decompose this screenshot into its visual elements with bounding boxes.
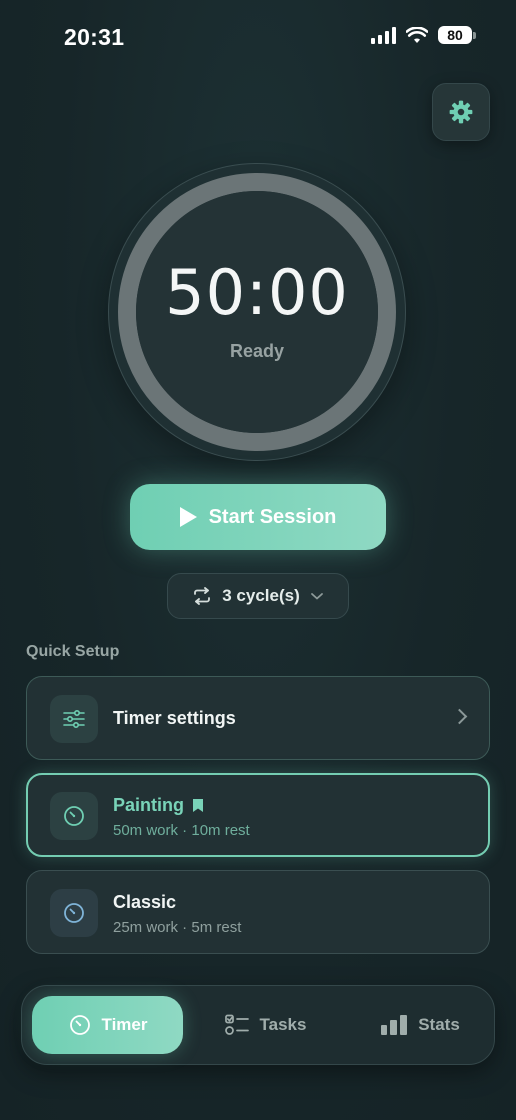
tab-stats-label: Stats <box>418 1015 460 1034</box>
sliders-icon <box>63 709 85 729</box>
chevron-right-icon <box>451 708 468 725</box>
cycles-selector[interactable]: 3 cycle(s) <box>167 573 349 619</box>
quick-setup-heading: Quick Setup <box>26 643 120 660</box>
preset-icon-box <box>50 889 98 937</box>
preset-painting[interactable]: Painting 50m work · 10m rest <box>26 773 490 857</box>
timer-icon <box>69 1015 90 1035</box>
repeat-icon <box>194 587 211 605</box>
timer-display: 50:00 <box>165 256 349 329</box>
preset-icon-box <box>50 792 98 840</box>
battery-level: 80 <box>438 26 472 44</box>
preset-name: Painting <box>113 795 184 815</box>
tab-tasks[interactable]: Tasks <box>210 996 320 1054</box>
status-icons: 80 <box>371 26 476 44</box>
stats-icon <box>381 1015 408 1035</box>
preset-name: Classic <box>113 892 177 912</box>
gear-icon <box>449 100 473 124</box>
preset-classic[interactable]: Classic 25m work · 5m rest <box>26 870 490 954</box>
preset-detail: 50m work · 10m rest <box>113 822 250 839</box>
tab-stats[interactable]: Stats <box>360 996 480 1054</box>
status-time: 20:31 <box>64 24 125 50</box>
start-session-button[interactable]: Start Session <box>130 484 386 550</box>
timer-icon <box>64 903 84 923</box>
app-screen: 20:31 80 50:00 Ready Start Session 3 cyc… <box>0 0 516 1120</box>
start-session-label: Start Session <box>208 505 337 528</box>
preset-title: Painting <box>113 795 204 816</box>
sliders-icon-box <box>50 695 98 743</box>
signal-icon <box>371 26 396 44</box>
tab-timer-label: Timer <box>101 1015 148 1034</box>
preset-detail: 25m work · 5m rest <box>113 919 242 936</box>
play-icon <box>179 507 197 527</box>
wifi-icon <box>406 26 428 43</box>
battery-icon: 80 <box>438 26 476 44</box>
timer-settings-label: Timer settings <box>113 708 236 728</box>
tab-tasks-label: Tasks <box>259 1015 307 1034</box>
bookmark-icon <box>193 799 203 812</box>
tasks-icon <box>224 1014 249 1035</box>
cycles-label: 3 cycle(s) <box>222 586 300 605</box>
settings-button[interactable] <box>432 83 490 141</box>
tab-timer[interactable]: Timer <box>32 996 183 1054</box>
tab-bar: Timer Tasks Stats <box>21 985 495 1065</box>
timer-state: Ready <box>229 341 285 361</box>
timer-icon <box>64 806 84 826</box>
chevron-down-icon <box>310 593 323 600</box>
timer-settings-card[interactable]: Timer settings <box>26 676 490 760</box>
